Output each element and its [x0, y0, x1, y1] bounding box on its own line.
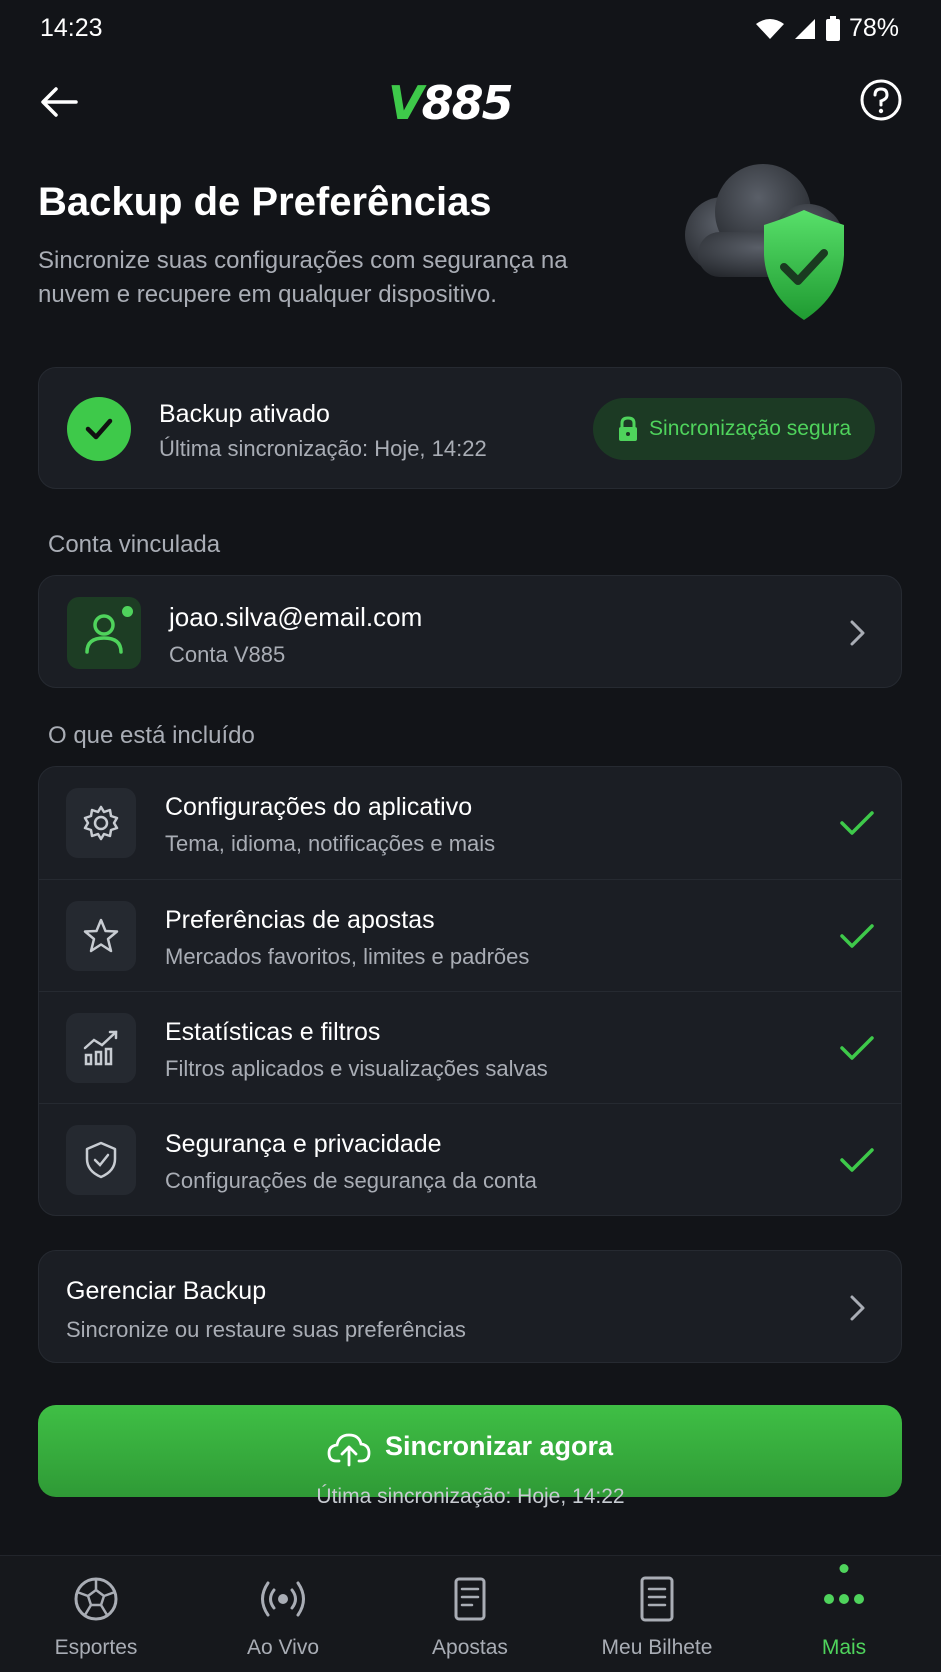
included-item-subtitle: Configurações de segurança da conta [165, 1168, 537, 1193]
linked-account-label: Conta vinculada [48, 531, 221, 558]
included-item-stats-filters: Estatísticas e filtros Filtros aplicados… [39, 991, 901, 1103]
included-item-subtitle: Mercados favoritos, limites e padrões [165, 944, 530, 969]
check-icon [840, 811, 874, 835]
page-subtitle: Sincronize suas configurações com segura… [38, 247, 568, 308]
backup-status-title: Backup ativado [159, 400, 330, 428]
secure-sync-label: Sincronização segura [649, 417, 851, 440]
signal-icon [794, 18, 815, 39]
sync-now-label: Sincronizar agora [384, 1431, 614, 1461]
status-indicators: 78% [755, 14, 899, 43]
included-item-app-settings: Configurações do aplicativo Tema, idioma… [39, 767, 901, 879]
nav-label: Ao Vivo [247, 1636, 319, 1659]
account-type: Conta V885 [169, 642, 286, 667]
included-item-subtitle: Tema, idioma, notificações e mais [165, 831, 496, 856]
nav-label: Mais [821, 1636, 867, 1659]
included-item-bet-preferences: Preferências de apostas Mercados favorit… [39, 879, 901, 991]
included-item-title: Configurações do aplicativo [165, 793, 473, 821]
sync-last-note: Útima sincronização: Hoje, 14:22 [316, 1485, 625, 1508]
linked-account-card[interactable]: joao.silva@email.com Conta V885 [38, 575, 902, 688]
star-icon [66, 901, 136, 971]
nav-item-mais[interactable]: Mais [750, 1556, 938, 1672]
battery-icon [825, 15, 840, 41]
brand-logo: V885 [388, 76, 514, 130]
included-item-title: Segurança e privacidade [165, 1130, 442, 1158]
bottom-nav: Esportes Ao Vivo Apostas Meu Bilhete Mai… [0, 1555, 941, 1672]
nav-item-meu-bilhete[interactable]: Meu Bilhete [563, 1556, 751, 1672]
ball-icon [74, 1577, 118, 1621]
online-dot [122, 606, 133, 617]
nav-item-ao-vivo[interactable]: Ao Vivo [189, 1556, 377, 1672]
nav-label: Esportes [54, 1636, 138, 1659]
included-items-card: Configurações do aplicativo Tema, idioma… [38, 766, 902, 1216]
nav-label: Apostas [432, 1636, 508, 1659]
status-bar: 14:23 78% [0, 0, 941, 58]
top-header: V885 [0, 62, 941, 142]
sync-now-button[interactable]: Sincronizar agora [38, 1405, 902, 1497]
ticket-icon [640, 1576, 674, 1622]
manage-backup-title: Gerenciar Backup [66, 1277, 267, 1305]
gear-icon [66, 788, 136, 858]
manage-backup-subtitle: Sincronize ou restaure suas preferências [66, 1317, 466, 1342]
help-icon[interactable] [859, 78, 903, 122]
wifi-icon [755, 18, 784, 39]
active-indicator [839, 1564, 849, 1573]
chevron-right-icon [850, 620, 865, 646]
last-sync-text: Última sincronização: Hoje, 14:22 [159, 436, 487, 461]
live-icon [261, 1581, 305, 1617]
status-time: 14:23 [40, 14, 103, 42]
account-email: joao.silva@email.com [169, 602, 423, 632]
bets-icon [454, 1577, 486, 1621]
included-item-security-privacy: Segurança e privacidade Configurações de… [39, 1103, 901, 1215]
user-avatar-icon [67, 597, 141, 669]
check-icon [840, 1148, 874, 1172]
more-icon [824, 1594, 864, 1604]
page-title: Backup de Preferências [38, 180, 492, 224]
battery-level: 78% [848, 14, 899, 42]
chart-icon [66, 1013, 136, 1083]
manage-backup-card[interactable]: Gerenciar Backup Sincronize ou restaure … [38, 1250, 902, 1363]
back-arrow-icon[interactable] [38, 80, 82, 124]
check-circle-icon [67, 397, 131, 461]
included-item-subtitle: Filtros aplicados e visualizações salvas [165, 1056, 548, 1081]
included-label: O que está incluído [48, 722, 255, 749]
logo-v: V [388, 76, 424, 130]
logo-number: 885 [421, 76, 514, 130]
included-item-title: Preferências de apostas [165, 906, 435, 934]
lock-icon [619, 416, 638, 441]
cloud-upload-icon [327, 1433, 371, 1467]
backup-status-card: Backup ativado Última sincronização: Hoj… [38, 367, 902, 489]
included-item-title: Estatísticas e filtros [165, 1018, 381, 1046]
nav-item-esportes[interactable]: Esportes [2, 1556, 190, 1672]
shield-icon [66, 1125, 136, 1195]
cloud-shield-illustration [685, 164, 844, 320]
secure-sync-badge: Sincronização segura [593, 398, 875, 460]
nav-label: Meu Bilhete [601, 1636, 713, 1659]
nav-item-apostas[interactable]: Apostas [376, 1556, 564, 1672]
check-icon [840, 924, 874, 948]
check-icon [840, 1036, 874, 1060]
chevron-right-icon [850, 1295, 865, 1321]
